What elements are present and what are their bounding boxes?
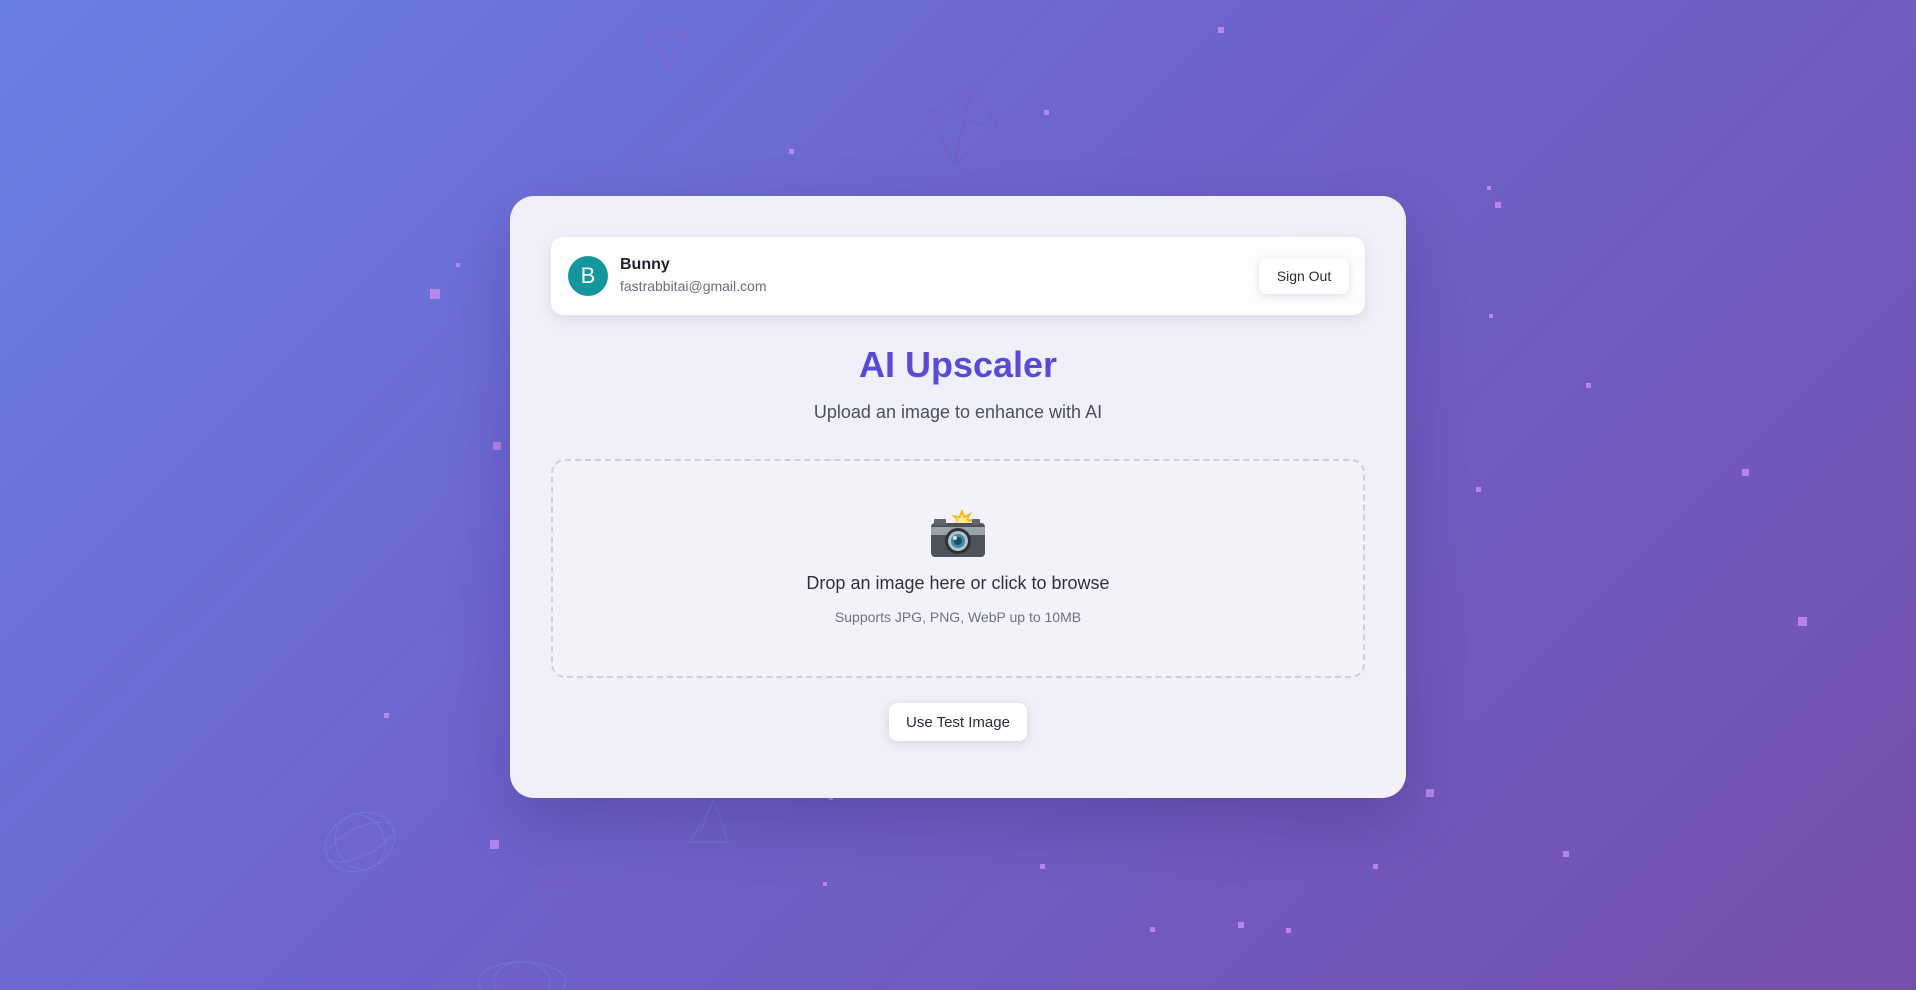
upscaler-card: B Bunny fastrabbitai@gmail.com Sign Out … — [510, 196, 1406, 798]
particle — [456, 263, 460, 267]
particle — [1040, 864, 1045, 869]
page-subtitle: Upload an image to enhance with AI — [813, 402, 1103, 422]
particle — [1742, 469, 1749, 476]
wireframe-gem-shape — [1203, 823, 1251, 873]
image-dropzone[interactable]: Drop an image here or click to browse Su… — [551, 459, 1365, 678]
particle — [1286, 928, 1291, 933]
wireframe-cube-shape — [539, 865, 585, 913]
particle — [789, 149, 794, 154]
particle — [1426, 789, 1434, 797]
particle — [430, 289, 440, 299]
particle — [1150, 927, 1155, 932]
particle — [823, 882, 827, 886]
avatar[interactable]: B — [568, 256, 608, 296]
wireframe-cone-shape — [689, 798, 729, 843]
use-test-image-button[interactable]: Use Test Image — [889, 703, 1027, 741]
user-name: Bunny — [620, 256, 670, 273]
particle — [1476, 487, 1481, 492]
particle — [1044, 110, 1049, 115]
particle — [1563, 851, 1569, 857]
dropzone-hint: Supports JPG, PNG, WebP up to 10MB — [834, 609, 1082, 625]
particle — [1489, 314, 1493, 318]
particle — [384, 713, 389, 718]
particle — [493, 442, 501, 450]
camera-flash-icon — [553, 507, 1363, 559]
particle — [1238, 922, 1244, 928]
wireframe-octahedron-shape — [927, 87, 999, 165]
page-title: AI Upscaler — [858, 344, 1058, 385]
particle — [1218, 27, 1224, 33]
wireframe-top-sphere-shape — [1345, 0, 1403, 21]
wireframe-ball-shape — [477, 961, 567, 990]
particle — [1798, 617, 1807, 626]
dropzone-text: Drop an image here or click to browse — [806, 573, 1110, 593]
user-info-bar: B Bunny fastrabbitai@gmail.com Sign Out — [551, 237, 1365, 315]
user-email: fastrabbitai@gmail.com — [620, 278, 767, 294]
particle — [1373, 864, 1378, 869]
wireframe-sphere-shape — [324, 811, 396, 873]
particle — [1586, 383, 1591, 388]
particle — [490, 840, 499, 849]
sign-out-button[interactable]: Sign Out — [1259, 258, 1349, 294]
particle — [1495, 202, 1501, 208]
particle — [1487, 186, 1491, 190]
wireframe-pyramid-shape — [645, 31, 689, 69]
